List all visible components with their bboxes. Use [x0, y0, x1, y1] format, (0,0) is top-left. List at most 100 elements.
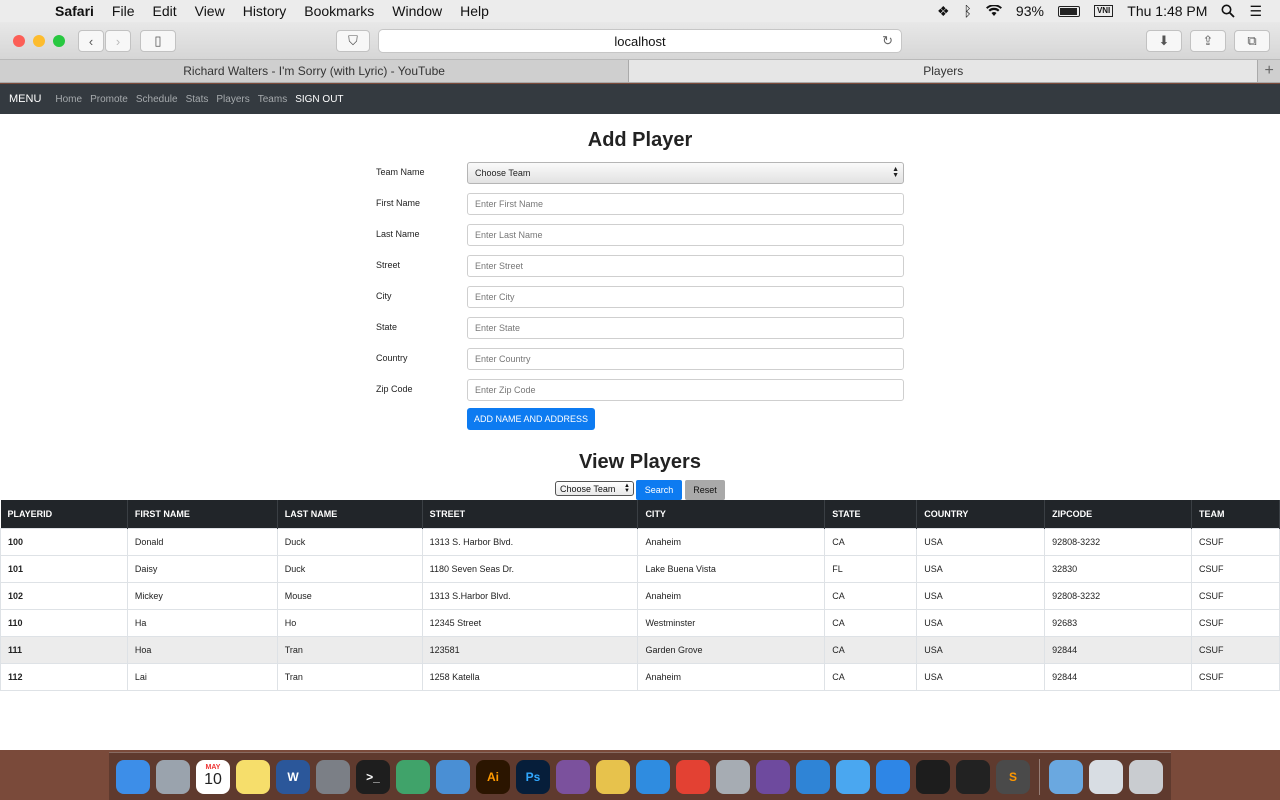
state-label: State — [376, 322, 398, 332]
menu-history[interactable]: History — [234, 3, 296, 19]
close-window-button[interactable] — [13, 35, 25, 47]
team-select[interactable]: Choose Team ▲ ▼ — [467, 162, 904, 184]
chrome-icon[interactable] — [676, 759, 710, 794]
filter-team-select[interactable]: Choose Team ▲ ▼ — [555, 481, 634, 496]
atom-icon[interactable] — [396, 759, 430, 794]
dock-icon-glyph: Ps — [525, 769, 541, 784]
nav-teams[interactable]: Teams — [258, 94, 287, 105]
table-cell-last-name: Duck — [277, 527, 423, 555]
terminal-icon[interactable]: >_ — [356, 759, 390, 794]
menu-app-name[interactable]: Safari — [46, 3, 103, 19]
time-machine-icon[interactable] — [436, 759, 470, 794]
back-button[interactable]: ‹ — [78, 30, 104, 52]
page-viewport: MENU Home Promote Schedule Stats Players… — [0, 84, 1280, 750]
show-tabs-button[interactable]: ⧉ — [1234, 30, 1270, 52]
documents-icon[interactable] — [1089, 759, 1123, 794]
reload-icon[interactable]: ↻ — [882, 33, 893, 49]
word-icon[interactable]: W — [276, 759, 310, 794]
zip-code-input[interactable]: Enter Zip Code — [467, 379, 904, 401]
table-cell-team: CSUF — [1191, 554, 1280, 582]
unity-icon[interactable] — [956, 759, 990, 794]
sidebar-button[interactable]: ▯ — [140, 30, 176, 52]
table-cell-last-name: Mouse — [277, 581, 423, 609]
table-cell-street: 1313 S.Harbor Blvd. — [422, 581, 639, 609]
github-icon[interactable] — [756, 759, 790, 794]
reset-button[interactable]: Reset — [685, 480, 725, 500]
menu-view[interactable]: View — [186, 3, 234, 19]
final-cut-icon[interactable] — [916, 759, 950, 794]
table-cell-first-name: Lai — [127, 662, 278, 691]
menu-file[interactable]: File — [103, 3, 144, 19]
table-cell-state: CA — [824, 608, 918, 636]
select-arrows-icon: ▲ ▼ — [624, 483, 630, 494]
xcode-icon[interactable] — [636, 759, 670, 794]
zoom-window-button[interactable] — [53, 35, 65, 47]
launchpad-icon[interactable] — [156, 759, 190, 794]
table-cell-city: Anaheim — [637, 581, 826, 609]
viber-icon[interactable] — [556, 759, 590, 794]
table-cell-playerid: 101 — [0, 554, 128, 582]
city-placeholder: Enter City — [475, 292, 515, 302]
nav-home[interactable]: Home — [55, 94, 82, 105]
nav-players[interactable]: Players — [216, 94, 249, 105]
cyberduck-icon[interactable] — [596, 759, 630, 794]
address-bar[interactable]: localhost ↻ — [378, 29, 902, 53]
street-input[interactable]: Enter Street — [467, 255, 904, 277]
nav-promote[interactable]: Promote — [90, 94, 128, 105]
team-name-label: Team Name — [376, 167, 425, 177]
spotlight-search-icon[interactable] — [1221, 4, 1236, 18]
battery-icon[interactable] — [1057, 5, 1080, 17]
add-name-address-button[interactable]: ADD NAME AND ADDRESS — [467, 408, 596, 430]
tab-youtube[interactable]: Richard Walters - I'm Sorry (with Lyric)… — [0, 60, 630, 82]
utility-icon[interactable] — [716, 759, 750, 794]
illustrator-icon[interactable]: Ai — [476, 759, 510, 794]
messages-icon[interactable] — [836, 759, 870, 794]
nav-schedule[interactable]: Schedule — [136, 94, 178, 105]
table-cell-country: USA — [916, 581, 1046, 609]
folder-icon[interactable] — [1049, 759, 1083, 794]
share-button[interactable]: ⇪ — [1190, 30, 1226, 52]
table-row: 101 Daisy Duck 1180 Seven Seas Dr. Lake Buen… — [0, 554, 1280, 582]
tab-players[interactable]: Players — [629, 60, 1259, 82]
state-input[interactable]: Enter State — [467, 317, 904, 339]
search-button[interactable]: Search — [636, 480, 682, 500]
column-header-playerid: PLAYERID — [0, 500, 128, 528]
safari-icon[interactable] — [876, 759, 910, 794]
wifi-icon[interactable] — [985, 5, 1002, 17]
nav-sign-out[interactable]: SIGN OUT — [295, 94, 343, 105]
notification-center-icon[interactable]: ☰ — [1249, 3, 1262, 20]
calendar-icon[interactable]: MAY 10 — [196, 759, 230, 794]
menu-bookmarks[interactable]: Bookmarks — [295, 3, 383, 19]
finder-icon[interactable] — [116, 759, 150, 794]
last-name-input[interactable]: Enter Last Name — [467, 224, 904, 246]
new-tab-button[interactable]: + — [1258, 60, 1280, 82]
menu-clock[interactable]: Thu 1:48 PM — [1127, 3, 1207, 19]
sourcetree-icon[interactable] — [796, 759, 830, 794]
table-cell-city: Westminster — [637, 608, 826, 636]
notes-icon[interactable] — [236, 759, 270, 794]
menu-help[interactable]: Help — [451, 3, 498, 19]
nav-brand[interactable]: MENU — [9, 93, 41, 105]
minimize-window-button[interactable] — [33, 35, 45, 47]
first-name-input[interactable]: Enter First Name — [467, 193, 904, 215]
menu-edit[interactable]: Edit — [143, 3, 185, 19]
system-preferences-icon[interactable] — [316, 759, 350, 794]
column-header-last-name: LAST NAME — [277, 500, 423, 528]
country-input[interactable]: Enter Country — [467, 348, 904, 370]
form-row-first-name: First Name Enter First Name — [376, 193, 906, 224]
sublime-icon[interactable]: S — [996, 759, 1030, 794]
nav-stats[interactable]: Stats — [186, 94, 209, 105]
table-cell-state: CA — [824, 635, 918, 663]
trash-icon[interactable] — [1129, 759, 1163, 794]
downloads-button[interactable]: ⬇ — [1146, 30, 1182, 52]
view-players-title: View Players — [579, 451, 701, 473]
privacy-report-button[interactable]: ⛉ — [336, 30, 370, 52]
bluetooth-icon[interactable]: ᛒ — [964, 3, 972, 19]
forward-button[interactable]: › — [105, 30, 131, 52]
dropbox-icon[interactable]: ❖ — [937, 3, 950, 20]
photoshop-icon[interactable]: Ps — [516, 759, 550, 794]
city-input[interactable]: Enter City — [467, 286, 904, 308]
menu-window[interactable]: Window — [383, 3, 451, 19]
form-row-country: Country Enter Country — [376, 348, 906, 379]
input-source-icon[interactable]: VNI — [1093, 5, 1114, 17]
